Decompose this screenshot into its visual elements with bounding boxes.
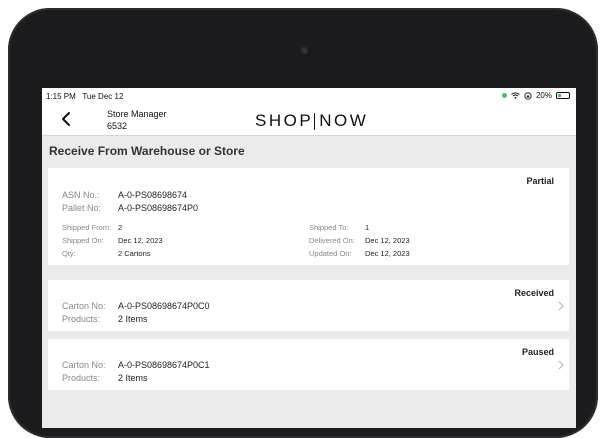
status-time: 1:15 PM xyxy=(46,92,76,101)
asn-value: A-0-PS08698674 xyxy=(118,190,188,200)
shipped-from-value: 2 xyxy=(118,223,123,232)
shipped-on-value: Dec 12, 2023 xyxy=(118,236,163,245)
shipped-from-label: Shipped From: xyxy=(62,223,112,232)
asn-row: ASN No.: xyxy=(62,190,100,200)
carton-value: A-0-PS08698674P0C0 xyxy=(118,301,210,311)
status-date: Tue Dec 12 xyxy=(82,92,124,101)
chevron-right-icon[interactable] xyxy=(557,301,565,311)
qty-label: Qty: xyxy=(62,249,76,258)
app-screen: 1:15 PM Tue Dec 12 20% Store Manager 653… xyxy=(42,88,576,428)
qty-value: 2 Cartons xyxy=(118,249,151,258)
delivered-on-label: Delivered On: xyxy=(309,236,355,245)
updated-on-value: Dec 12, 2023 xyxy=(365,249,410,258)
store-info: Store Manager 6532 xyxy=(107,108,167,132)
carton-status: Paused xyxy=(521,347,554,357)
pallet-value: A-0-PS08698674P0 xyxy=(118,203,199,213)
tablet-frame: 1:15 PM Tue Dec 12 20% Store Manager 653… xyxy=(8,8,598,438)
updated-on-label: Updated On: xyxy=(309,249,352,258)
lock-rotation-icon xyxy=(524,91,532,100)
back-chevron-icon[interactable] xyxy=(58,110,76,128)
carton-label: Carton No: xyxy=(62,301,106,311)
delivered-on-value: Dec 12, 2023 xyxy=(365,236,410,245)
asn-label: ASN No.: xyxy=(62,190,100,200)
shipped-to-value: 1 xyxy=(365,223,370,232)
products-value: 2 Items xyxy=(118,373,148,383)
products-label: Products: xyxy=(62,373,101,383)
pallet-label: Pallet No: xyxy=(62,203,102,213)
battery-percent: 20% xyxy=(535,91,552,100)
asn-card[interactable]: Partial ASN No.: A-0-PS08698674 Pallet N… xyxy=(48,168,569,265)
carton-label: Carton No: xyxy=(62,360,106,370)
carton-value: A-0-PS08698674P0C1 xyxy=(118,360,210,370)
carton-card[interactable]: Paused Carton No: A-0-PS08698674P0C1 Pro… xyxy=(48,339,569,390)
store-title: Store Manager xyxy=(107,109,167,119)
store-number: 6532 xyxy=(107,121,128,131)
page-title: Receive From Warehouse or Store xyxy=(49,144,245,158)
brand-right: NOW xyxy=(319,111,369,130)
products-label: Products: xyxy=(62,314,101,324)
camera-icon xyxy=(300,46,311,57)
camera-in-use-dot xyxy=(501,93,507,98)
asn-status: Partial xyxy=(526,176,554,186)
brand-logo: SHOP NOW xyxy=(255,111,368,131)
shipped-on-label: Shipped On: xyxy=(62,236,104,245)
brand-divider xyxy=(314,112,316,130)
status-bar: 1:15 PM Tue Dec 12 20% xyxy=(42,88,576,104)
brand-left: SHOP xyxy=(255,111,314,130)
top-nav-bar: Store Manager 6532 SHOP NOW xyxy=(42,104,576,136)
battery-icon xyxy=(556,92,570,99)
chevron-right-icon[interactable] xyxy=(557,360,565,370)
carton-card[interactable]: Received Carton No: A-0-PS08698674P0C0 P… xyxy=(48,280,569,331)
wifi-icon xyxy=(511,92,520,99)
shipped-to-label: Shipped To: xyxy=(309,223,349,232)
products-value: 2 Items xyxy=(118,314,148,324)
carton-status: Received xyxy=(514,288,554,298)
